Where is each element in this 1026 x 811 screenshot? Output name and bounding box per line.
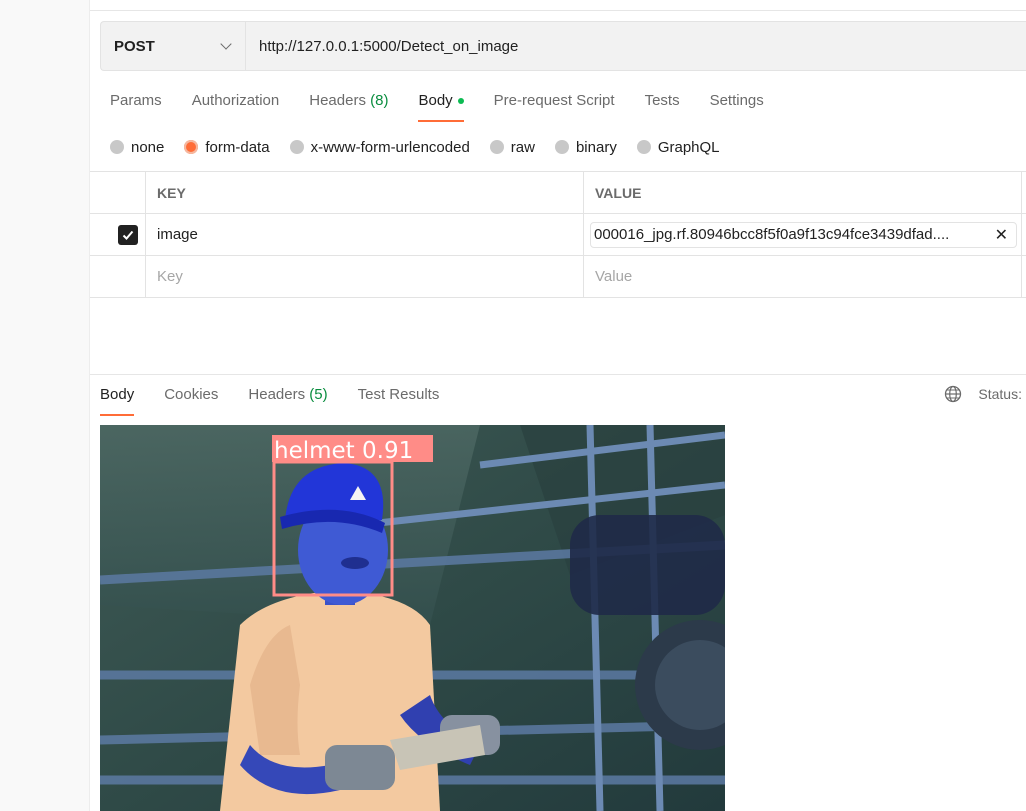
body-type-selector: none form-data x-www-form-urlencoded raw… xyxy=(110,136,740,158)
radio-label: form-data xyxy=(205,138,270,156)
status-label: Status: xyxy=(978,386,1022,402)
url-input[interactable]: http://127.0.0.1:5000/Detect_on_image xyxy=(246,38,518,55)
response-image: helmet 0.91 xyxy=(100,425,725,811)
tab-label: Body xyxy=(418,92,453,109)
header-check-cell xyxy=(90,172,146,213)
table-header-row: KEY VALUE xyxy=(90,172,1026,214)
table-row-empty: Key Value xyxy=(90,256,1026,298)
chevron-down-icon xyxy=(220,38,232,50)
tab-label: Pre-request Script xyxy=(493,92,615,109)
tab-body[interactable]: Body xyxy=(408,84,473,122)
response-tabs: Body Cookies Headers (5) Test Results xyxy=(90,378,459,416)
row-enabled-checkbox[interactable] xyxy=(118,224,138,245)
radio-binary[interactable]: binary xyxy=(554,138,617,156)
tab-tests[interactable]: Tests xyxy=(635,84,690,122)
response-divider[interactable] xyxy=(90,374,1026,375)
key-field[interactable]: image xyxy=(146,214,584,255)
table-row: image 000016_jpg.rf.80946bcc8f5f0a9f13c9… xyxy=(90,214,1026,256)
headers-count: (8) xyxy=(370,92,389,109)
form-data-table: KEY VALUE image 000016_jpg.rf.80946bcc8f… xyxy=(90,171,1026,298)
request-tabs: Params Authorization Headers (8) Body Pr… xyxy=(100,84,784,122)
tab-label: Test Results xyxy=(357,386,440,403)
radio-icon xyxy=(489,140,504,154)
radio-graphql[interactable]: GraphQL xyxy=(636,138,720,156)
tab-label: Authorization xyxy=(191,92,280,109)
top-tab-strip xyxy=(90,0,1026,11)
checkmark-icon xyxy=(122,230,134,240)
method-select[interactable]: POST xyxy=(101,22,246,70)
value-cell: 000016_jpg.rf.80946bcc8f5f0a9f13c94fce34… xyxy=(584,214,1022,255)
radio-icon xyxy=(289,140,304,154)
tab-response-body[interactable]: Body xyxy=(90,378,144,416)
detection-label: helmet 0.91 xyxy=(274,438,413,464)
tab-label: Headers xyxy=(309,92,366,109)
close-icon[interactable]: ✕ xyxy=(995,225,1008,245)
radio-label: none xyxy=(131,138,165,156)
file-chip[interactable]: 000016_jpg.rf.80946bcc8f5f0a9f13c94fce34… xyxy=(590,221,1017,248)
radio-x-www-form-urlencoded[interactable]: x-www-form-urlencoded xyxy=(289,138,470,156)
radio-label: GraphQL xyxy=(657,138,720,156)
tab-label: Body xyxy=(100,386,135,403)
tab-headers[interactable]: Headers (8) xyxy=(299,84,398,122)
radio-selected-icon xyxy=(184,140,199,154)
radio-label: binary xyxy=(575,138,617,156)
radio-none[interactable]: none xyxy=(110,139,164,156)
left-sidebar xyxy=(0,0,90,811)
response-status: Status: xyxy=(944,385,1022,403)
response-headers-count: (5) xyxy=(309,386,328,403)
detection-image: helmet 0.91 xyxy=(100,425,725,811)
radio-icon xyxy=(554,140,569,154)
tab-label: Cookies xyxy=(164,386,219,403)
radio-icon xyxy=(110,140,124,154)
method-label: POST xyxy=(114,37,155,55)
row-check-cell xyxy=(90,214,146,255)
tab-label: Tests xyxy=(644,92,680,109)
row-check-cell xyxy=(90,256,146,297)
tab-label: Settings xyxy=(709,92,764,109)
body-indicator-dot xyxy=(457,98,464,105)
header-value: VALUE xyxy=(584,172,1022,213)
value-input[interactable]: Value xyxy=(584,256,1022,297)
radio-icon xyxy=(636,140,651,154)
header-key: KEY xyxy=(146,172,584,213)
tab-settings[interactable]: Settings xyxy=(700,84,774,122)
tab-cookies[interactable]: Cookies xyxy=(154,378,228,416)
globe-icon[interactable] xyxy=(944,385,962,403)
tab-params[interactable]: Params xyxy=(100,84,172,122)
radio-label: raw xyxy=(510,138,535,156)
tab-pre-request-script[interactable]: Pre-request Script xyxy=(484,84,625,122)
file-name: 000016_jpg.rf.80946bcc8f5f0a9f13c94fce34… xyxy=(594,226,950,243)
radio-raw[interactable]: raw xyxy=(489,138,535,156)
tab-response-headers[interactable]: Headers (5) xyxy=(238,378,337,416)
key-input[interactable]: Key xyxy=(146,256,584,297)
radio-label: x-www-form-urlencoded xyxy=(310,138,470,156)
tab-test-results[interactable]: Test Results xyxy=(348,378,450,416)
tab-label: Headers xyxy=(248,386,306,403)
tab-authorization[interactable]: Authorization xyxy=(182,84,290,122)
request-bar: POST http://127.0.0.1:5000/Detect_on_ima… xyxy=(100,21,1026,71)
tab-label: Params xyxy=(110,92,162,109)
radio-form-data[interactable]: form-data xyxy=(184,138,270,156)
